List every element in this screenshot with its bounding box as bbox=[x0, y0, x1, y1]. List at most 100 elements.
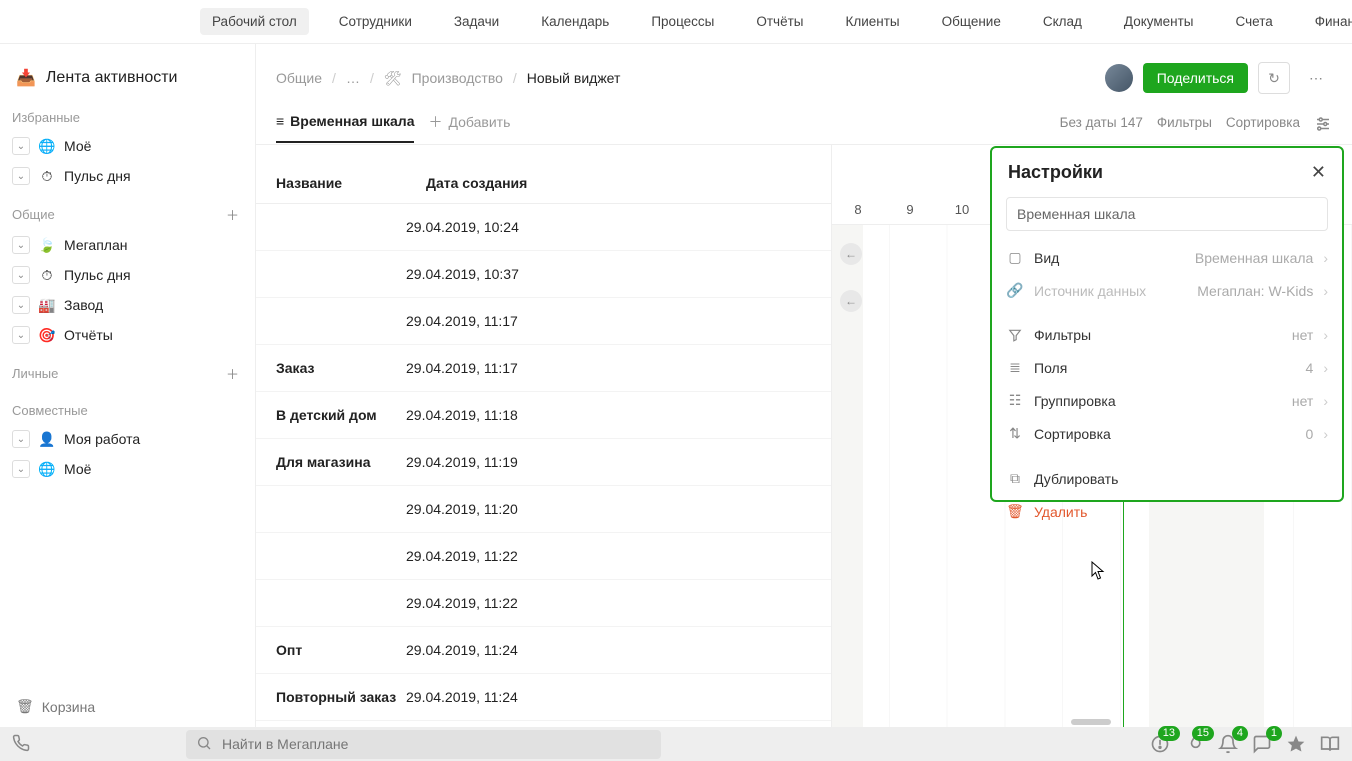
scroll-back-marker[interactable]: ← bbox=[840, 290, 862, 312]
sidebar-item-reports[interactable]: ⌄🎯Отчёты bbox=[0, 320, 255, 350]
timeline-left-columns: Название Дата создания 29.04.2019, 10:24… bbox=[256, 145, 832, 727]
top-nav: Рабочий стол Сотрудники Задачи Календарь… bbox=[0, 0, 1352, 44]
setting-delete[interactable]: 🗑 Удалить bbox=[992, 495, 1342, 528]
chevron-down-icon[interactable]: ⌄ bbox=[12, 266, 30, 284]
bell-icon[interactable]: 4 bbox=[1218, 734, 1238, 754]
scroll-back-marker[interactable]: ← bbox=[840, 243, 862, 265]
table-row[interactable]: Опт29.04.2019, 11:24 bbox=[256, 627, 831, 674]
crumb-production[interactable]: Производство bbox=[412, 70, 503, 86]
chevron-down-icon[interactable]: ⌄ bbox=[12, 430, 30, 448]
table-row[interactable]: 29.04.2019, 10:37 bbox=[256, 251, 831, 298]
day-cell[interactable]: 8 bbox=[832, 195, 884, 224]
table-row[interactable]: 29.04.2019, 10:24 bbox=[256, 204, 831, 251]
add-personal-icon[interactable]: ＋ bbox=[226, 364, 239, 383]
chat-icon[interactable]: 1 bbox=[1252, 734, 1272, 754]
hot-icon[interactable]: 15 bbox=[1184, 734, 1204, 754]
global-search[interactable] bbox=[186, 730, 661, 759]
setting-fields[interactable]: ≣ Поля 4 › bbox=[992, 351, 1342, 384]
crumb-ellipsis[interactable]: … bbox=[346, 70, 360, 86]
nav-tab-employees[interactable]: Сотрудники bbox=[327, 8, 424, 35]
layout-icon: ▢ bbox=[1006, 249, 1024, 266]
sort-button[interactable]: Сортировка bbox=[1226, 115, 1300, 142]
alerts-icon[interactable]: 13 bbox=[1150, 734, 1170, 754]
nav-tab-calendar[interactable]: Календарь bbox=[529, 8, 621, 35]
globe-icon: 🌐 bbox=[38, 138, 56, 155]
add-common-icon[interactable]: ＋ bbox=[226, 205, 239, 224]
sidebar-item-megaplan[interactable]: ⌄🍃Мегаплан bbox=[0, 230, 255, 260]
table-row[interactable]: Повторный заказ29.04.2019, 11:24 bbox=[256, 674, 831, 721]
chevron-down-icon[interactable]: ⌄ bbox=[12, 296, 30, 314]
day-cell[interactable]: 9 bbox=[884, 195, 936, 224]
sidebar-item-mine[interactable]: ⌄🌐Моё bbox=[0, 131, 255, 161]
table-row[interactable]: В детский дом29.04.2019, 11:18 bbox=[256, 392, 831, 439]
nav-tab-invoices[interactable]: Счета bbox=[1224, 8, 1285, 35]
day-cell[interactable]: 10 bbox=[936, 195, 988, 224]
setting-view[interactable]: ▢ Вид Временная шкала › bbox=[992, 241, 1342, 274]
setting-datasource: 🔗 Источник данных Мегаплан: W-Kids › bbox=[992, 274, 1342, 307]
view-tabs: ≡ Временная шкала ＋ Добавить Без даты 14… bbox=[256, 94, 1352, 145]
search-input[interactable] bbox=[222, 736, 651, 752]
nav-tab-clients[interactable]: Клиенты bbox=[833, 8, 911, 35]
nav-tab-desktop[interactable]: Рабочий стол bbox=[200, 8, 309, 35]
setting-grouping[interactable]: ☷ Группировка нет › bbox=[992, 384, 1342, 417]
filters-button[interactable]: Фильтры bbox=[1157, 115, 1212, 142]
nav-tab-documents[interactable]: Документы bbox=[1112, 8, 1206, 35]
row-date: 29.04.2019, 11:19 bbox=[406, 454, 831, 470]
close-icon[interactable]: ✕ bbox=[1311, 162, 1326, 183]
activity-feed-link[interactable]: 📥 Лента активности bbox=[0, 60, 255, 96]
share-button[interactable]: Поделиться bbox=[1143, 63, 1248, 93]
tools-icon: 🛠 bbox=[384, 70, 402, 87]
book-icon[interactable] bbox=[1320, 734, 1340, 754]
nav-tab-finance[interactable]: Финан bbox=[1303, 8, 1352, 35]
horizontal-scroll-thumb[interactable] bbox=[1071, 719, 1111, 725]
phone-icon[interactable] bbox=[12, 734, 172, 755]
target-icon: 🎯 bbox=[38, 327, 56, 344]
refresh-button[interactable]: ↻ bbox=[1258, 62, 1290, 94]
table-row[interactable]: Заказ29.04.2019, 11:17 bbox=[256, 345, 831, 392]
sort-icon: ⇅ bbox=[1006, 425, 1024, 442]
no-date-filter[interactable]: Без даты 147 bbox=[1060, 115, 1143, 142]
trash-icon: 🗑 bbox=[16, 698, 34, 715]
nav-tab-warehouse[interactable]: Склад bbox=[1031, 8, 1094, 35]
trash-link[interactable]: 🗑 Корзина bbox=[0, 686, 255, 727]
inbox-icon: 📥 bbox=[16, 68, 36, 88]
chevron-down-icon[interactable]: ⌄ bbox=[12, 236, 30, 254]
add-view-button[interactable]: ＋ Добавить bbox=[428, 112, 510, 144]
table-row[interactable]: 29.04.2019, 11:22 bbox=[256, 533, 831, 580]
plus-icon: ＋ bbox=[428, 112, 442, 132]
widget-name-input[interactable]: Временная шкала bbox=[1006, 197, 1328, 231]
left-sidebar: 📥 Лента активности Избранные ⌄🌐Моё ⌄⏱Пул… bbox=[0, 44, 256, 727]
chevron-down-icon[interactable]: ⌄ bbox=[12, 326, 30, 344]
row-date: 29.04.2019, 11:24 bbox=[406, 642, 831, 658]
table-row[interactable]: Для магазина29.04.2019, 11:19 bbox=[256, 439, 831, 486]
sidebar-item-pulse2[interactable]: ⌄⏱Пульс дня bbox=[0, 260, 255, 290]
clock-icon: ⏱ bbox=[38, 168, 56, 185]
nav-tab-chat[interactable]: Общение bbox=[930, 8, 1013, 35]
shared-user-avatar[interactable] bbox=[1105, 64, 1133, 92]
view-tab-timeline[interactable]: ≡ Временная шкала bbox=[276, 113, 414, 143]
sidebar-item-factory[interactable]: ⌄🏭Завод bbox=[0, 290, 255, 320]
sidebar-item-mine2[interactable]: ⌄🌐Моё bbox=[0, 454, 255, 484]
table-row[interactable]: 29.04.2019, 11:22 bbox=[256, 580, 831, 627]
nav-tab-processes[interactable]: Процессы bbox=[639, 8, 726, 35]
sidebar-item-pulse[interactable]: ⌄⏱Пульс дня bbox=[0, 161, 255, 191]
nav-tab-tasks[interactable]: Задачи bbox=[442, 8, 511, 35]
chevron-down-icon[interactable]: ⌄ bbox=[12, 167, 30, 185]
sidebar-item-mywork[interactable]: ⌄👤Моя работа bbox=[0, 424, 255, 454]
row-name: Опт bbox=[256, 642, 406, 658]
more-menu-button[interactable]: ⋯ bbox=[1300, 62, 1332, 94]
setting-filters[interactable]: Фильтры нет › bbox=[992, 319, 1342, 351]
crumb-common[interactable]: Общие bbox=[276, 70, 322, 86]
chevron-down-icon[interactable]: ⌄ bbox=[12, 460, 30, 478]
chevron-down-icon[interactable]: ⌄ bbox=[12, 137, 30, 155]
factory-icon: 🏭 bbox=[38, 297, 56, 314]
star-icon[interactable] bbox=[1286, 734, 1306, 754]
table-row[interactable]: 29.04.2019, 11:20 bbox=[256, 486, 831, 533]
setting-sorting[interactable]: ⇅ Сортировка 0 › bbox=[992, 417, 1342, 450]
nav-tab-reports[interactable]: Отчёты bbox=[744, 8, 815, 35]
setting-duplicate[interactable]: ⧉ Дублировать bbox=[992, 462, 1342, 495]
timeline-rows[interactable]: 29.04.2019, 10:2429.04.2019, 10:3729.04.… bbox=[256, 204, 831, 727]
settings-title: Настройки bbox=[1008, 162, 1103, 183]
view-settings-icon[interactable] bbox=[1314, 115, 1332, 142]
table-row[interactable]: 29.04.2019, 11:17 bbox=[256, 298, 831, 345]
